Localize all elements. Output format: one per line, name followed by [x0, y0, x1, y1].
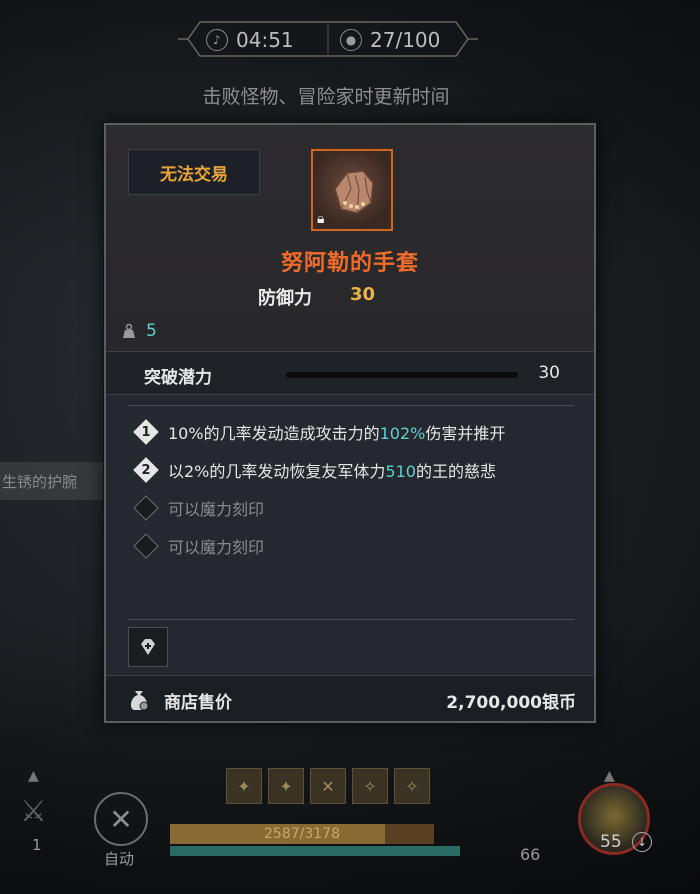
background-item-slot[interactable]: 生锈的护腕 — [0, 462, 105, 500]
timer-group: ♪ 04:51 — [206, 28, 294, 52]
weight-value: 5 — [146, 321, 157, 341]
effect-text-pre: 以2%的几率发动恢复友军体力 — [168, 462, 386, 481]
empty-slot-icon — [134, 534, 158, 558]
effect-text: 以2%的几率发动恢复友军体力510的王的慈悲 — [168, 458, 496, 482]
effect-text-pre: 10%的几率发动造成攻击力的 — [168, 424, 380, 443]
skill-icon: ✧ — [363, 776, 377, 796]
item-tooltip-panel: 无法交易 🔒︎ 努阿勒的手套 防御力 30 5 突破潜力 30 1 10%的几率… — [104, 123, 596, 723]
empty-slot-text: 可以魔力刻印 — [168, 538, 265, 557]
empty-slot-icon — [134, 496, 158, 520]
potential-bar-fill — [286, 372, 518, 378]
background-item-label: 生锈的护腕 — [2, 472, 78, 491]
effect-item: 2 以2%的几率发动恢复友军体力510的王的慈悲 — [134, 451, 584, 489]
arrow-down-icon[interactable]: ↓ — [632, 832, 652, 852]
chevron-up-icon[interactable]: ▲ — [604, 768, 615, 784]
effect-item: 1 10%的几率发动造成攻击力的102%伤害并推开 — [134, 413, 584, 451]
potential-value: 30 — [538, 363, 560, 383]
slot-number: 1 — [141, 424, 151, 440]
price-label: 商店售价 — [164, 693, 232, 713]
divider-top — [128, 405, 574, 406]
effect-text-post: 的王的慈悲 — [415, 462, 496, 481]
potential-bar — [286, 372, 518, 378]
stat-row: 防御力 30 — [258, 284, 375, 310]
item-name: 努阿勒的手套 — [280, 251, 419, 276]
person-icon: ● — [340, 29, 362, 51]
effects-list: 1 10%的几率发动造成攻击力的102%伤害并推开 2 以2%的几率发动恢复友军… — [134, 413, 584, 565]
stat-label: 防御力 — [258, 288, 312, 309]
mp-bar — [170, 846, 460, 856]
skill-slot[interactable]: ✦ — [268, 768, 304, 804]
empty-slot-text: 可以魔力刻印 — [168, 500, 265, 519]
weight-icon — [123, 323, 135, 338]
effect-highlight: 510 — [385, 462, 416, 481]
left-count: 1 — [32, 836, 42, 854]
top-timer-banner: ♪ 04:51 ● 27/100 — [178, 16, 478, 62]
weight-row: 5 — [122, 321, 157, 341]
level-text: 66 — [520, 845, 541, 864]
skill-icon: ✦ — [279, 776, 293, 796]
effect-item-empty: 可以魔力刻印 — [134, 527, 584, 565]
music-note-icon: ♪ — [206, 29, 228, 51]
skill-slot[interactable]: ✧ — [352, 768, 388, 804]
shop-price-row: 商店售价 2,700,000银币 — [106, 675, 594, 721]
auto-label: 自动 — [104, 850, 135, 868]
price-value: 2,700,000银币 — [446, 693, 576, 713]
count-group: ● 27/100 — [340, 28, 440, 52]
lock-icon: 🔒︎ — [317, 211, 325, 227]
breakthrough-potential-row: 突破潜力 30 — [106, 351, 594, 395]
skill-bar: ✦ ✦ ✕ ✧ ✧ — [226, 768, 430, 804]
effect-text: 10%的几率发动造成攻击力的102%伤害并推开 — [168, 420, 505, 444]
slot-1-icon: 1 — [134, 420, 158, 444]
effect-item-empty: 可以魔力刻印 — [134, 489, 584, 527]
count-text: 27/100 — [370, 28, 441, 52]
gauntlet-icon: 🔒︎ — [311, 149, 393, 231]
timer-text: 04:51 — [236, 28, 294, 52]
effect-text-post: 伤害并推开 — [425, 424, 506, 443]
slot-number: 2 — [141, 462, 151, 478]
slot-2-icon: 2 — [134, 458, 158, 482]
gem-plus-icon — [141, 639, 155, 655]
crossed-swords-icon: ✕ — [109, 802, 133, 836]
chevron-up-icon[interactable]: ▲ — [28, 768, 39, 784]
auto-battle-button[interactable]: ✕ — [94, 792, 148, 846]
effect-highlight: 102% — [379, 424, 426, 443]
mp-bar-fill — [170, 846, 460, 856]
potential-label: 突破潜力 — [144, 368, 212, 388]
skill-slot[interactable]: ✕ — [310, 768, 346, 804]
gauntlet-graphic — [334, 170, 374, 214]
divider-bottom — [128, 619, 574, 620]
skill-icon: ✕ — [321, 776, 335, 796]
banner-subtitle: 击败怪物、冒险家时更新时间 — [202, 86, 450, 108]
hp-text: 2587/3178 — [264, 826, 340, 842]
sword-icon[interactable]: ⚔ — [20, 794, 47, 829]
gem-slot[interactable] — [128, 627, 168, 667]
stat-value: 30 — [350, 284, 376, 305]
trade-status-badge: 无法交易 — [128, 149, 260, 195]
skill-slot[interactable]: ✧ — [394, 768, 430, 804]
money-bag-icon — [130, 691, 149, 711]
tooltip-header: 无法交易 🔒︎ 努阿勒的手套 防御力 30 5 — [106, 125, 594, 351]
skill-icon: ✧ — [405, 776, 419, 796]
skill-slot[interactable]: ✦ — [226, 768, 262, 804]
skill-icon: ✦ — [237, 776, 251, 796]
potion-count: 55 — [600, 832, 622, 852]
